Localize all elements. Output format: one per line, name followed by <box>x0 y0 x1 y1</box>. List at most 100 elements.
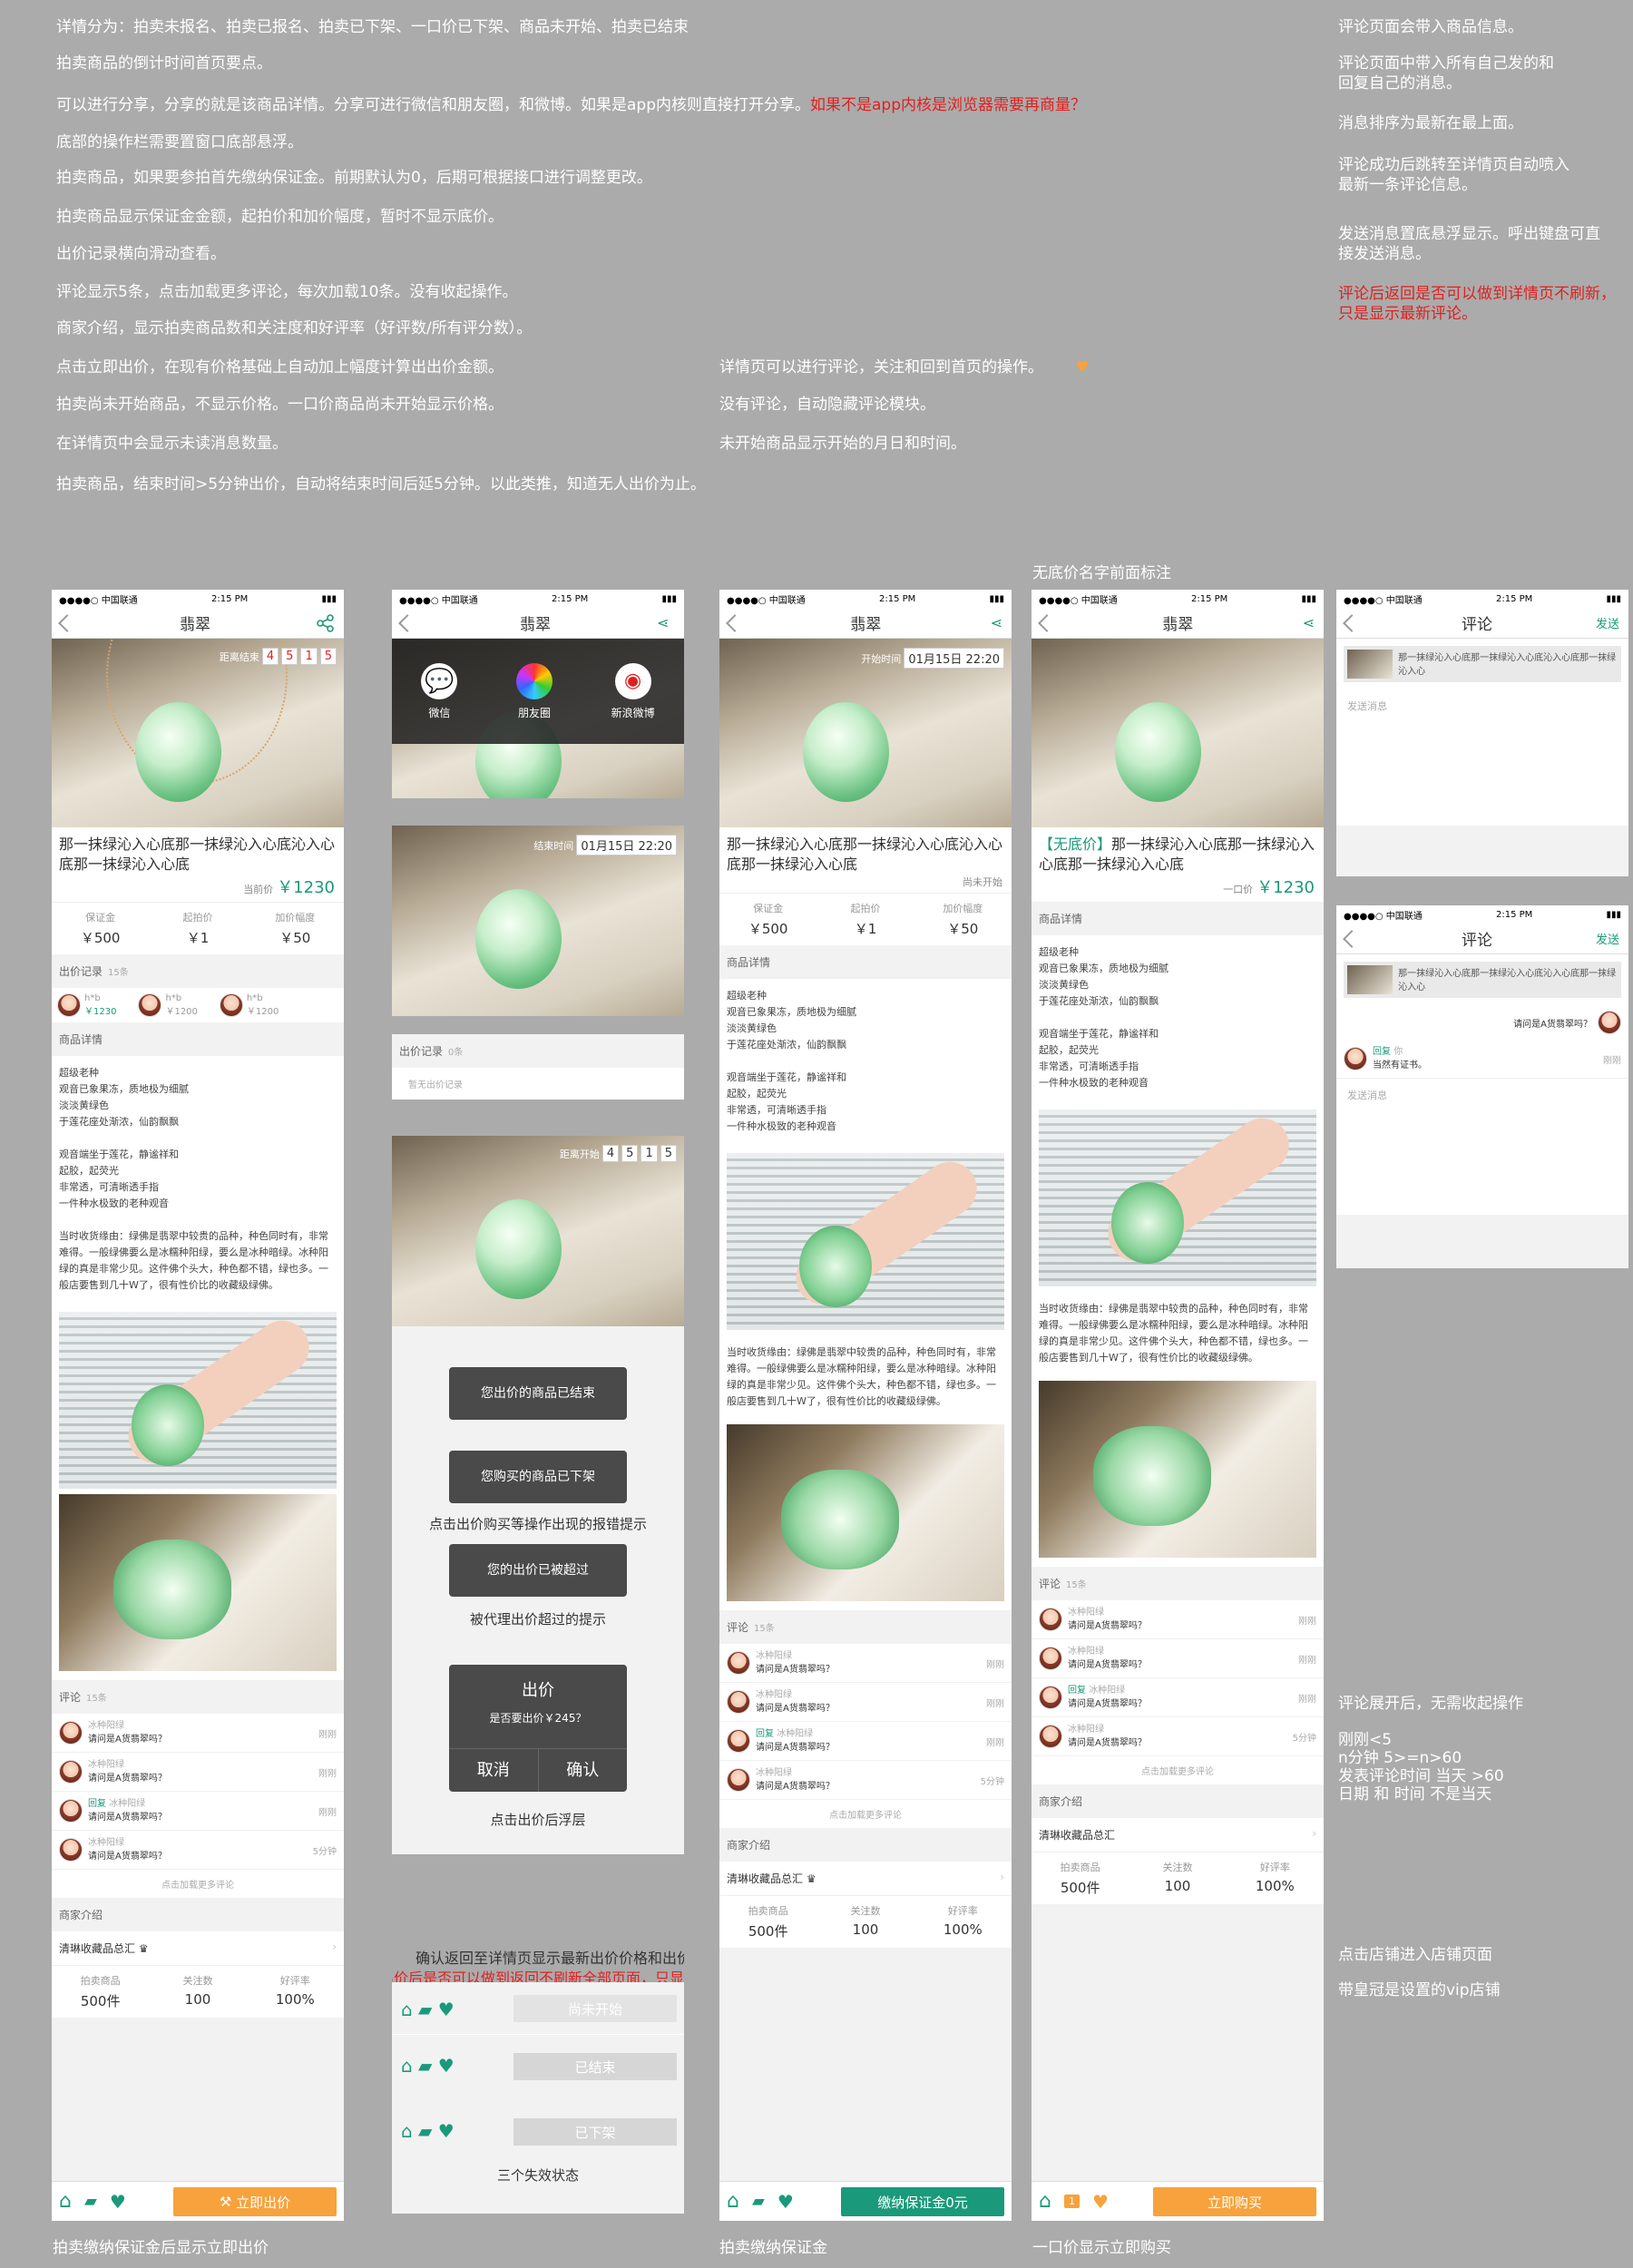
home-icon[interactable]: ⌂ <box>727 2190 739 2213</box>
comment-item[interactable]: 冰种阳绿 请问是A货翡翠吗？ 5分钟 <box>52 1831 344 1870</box>
share-sheet: 💬 微信 朋友圈 ◉ 新浪微博 <box>392 639 684 744</box>
load-more-comments[interactable]: 点击加载更多评论 <box>1032 1756 1324 1784</box>
offshelf-button: 已下架 <box>513 2118 677 2146</box>
caption-exceeded: 被代理出价超过的提示 <box>469 1611 606 1628</box>
bid-now-button[interactable]: ⚒ 立即出价 <box>173 2187 337 2216</box>
product-image[interactable]: 开始时间 01月15日 22:20 <box>719 639 1012 827</box>
note-line-11: 拍卖尚未开始商品，不显示价格。一口价商品尚未开始显示价格。 <box>56 396 504 414</box>
confirm-bid-dialog: 出价 是否要出价￥245？ 取消 确认 <box>449 1665 627 1792</box>
state-ended: ⌂ ▰ ♥ 已结束 <box>392 2035 684 2100</box>
note-r-4: 消息排序为最新在最上面。 <box>1338 114 1523 132</box>
comment-item[interactable]: 冰种阳绿 请问是A货翡翠吗？ 刚刚 <box>1032 1639 1324 1678</box>
note-line-10: 点击立即出价，在现有价格基础上自动加上幅度计算出出价金额。 <box>56 358 504 376</box>
back-icon[interactable] <box>726 613 744 632</box>
comment-icon[interactable]: ▰ <box>752 2192 765 2211</box>
caption-3: 拍卖缴纳保证金 <box>719 2239 827 2257</box>
weibo-icon: ◉ <box>614 662 651 699</box>
share-icon: ⋖ <box>657 613 670 631</box>
home-icon: ⌂ ▰ ♥ <box>401 2120 455 2142</box>
comment-item[interactable]: 回复 冰种阳绿 请问是A货翡翠吗？ 刚刚 <box>719 1722 1012 1761</box>
note-r-6: 最新一条评论信息。 <box>1338 176 1477 194</box>
product-image-ended: 结束时间 01月15日 22:20 <box>392 826 684 1016</box>
price-row: 当前价 ￥1230 <box>243 878 335 897</box>
note-mid-2: 没有评论，自动隐藏评论模块。 <box>719 396 935 414</box>
toast-exceeded: 您的出价已被超过 <box>449 1544 627 1597</box>
load-more-comments[interactable]: 点击加载更多评论 <box>52 1870 344 1898</box>
comment-item[interactable]: 冰种阳绿 请问是A货翡翠吗？ 刚刚 <box>719 1644 1012 1683</box>
note-line-2: 拍卖商品的倒计时间首页要点。 <box>56 54 272 73</box>
comment-item[interactable]: 冰种阳绿 请问是A货翡翠吗？ 5分钟 <box>719 1761 1012 1800</box>
shop-header: 商家介绍 <box>52 1898 344 1931</box>
comment-item[interactable]: 冰种阳绿 请问是A货翡翠吗？ 刚刚 <box>52 1714 344 1753</box>
wechat-icon: 💬 <box>421 662 458 699</box>
avatar <box>219 993 243 1017</box>
share-icon[interactable]: ⋖ <box>1303 614 1315 631</box>
status-bar: ●●●●○ 中国联通 2:15 PM ▮▮▮ <box>52 590 344 608</box>
label-no-reserve: 无底价名字前面标注 <box>1032 564 1171 582</box>
avatar <box>138 993 162 1017</box>
home-icon: ⌂ ▰ ♥ <box>401 2055 455 2077</box>
back-icon[interactable] <box>58 613 76 632</box>
shop-link[interactable]: 清琳收藏品总汇 ♛ › <box>52 1931 344 1966</box>
no-reserve-tag: 【无底价】 <box>1039 836 1112 853</box>
home-icon[interactable]: ⌂ <box>1039 2190 1051 2213</box>
product-image[interactable]: 距离结束 4 5 1 5 <box>52 639 344 827</box>
comment-item[interactable]: 冰种阳绿 请问是A货翡翠吗？ 刚刚 <box>1032 1600 1324 1639</box>
note-r-2: 评论页面中带入所有自己发的和 <box>1338 54 1554 73</box>
buy-now-button[interactable]: 立即购买 <box>1153 2187 1316 2216</box>
product-photo-box <box>59 1494 337 1671</box>
nav-bar: 翡翠 <box>52 608 344 639</box>
product-photo-hand <box>727 1153 1004 1330</box>
note-line-6: 拍卖商品显示保证金金额，起拍价和加价幅度，暂时不显示底价。 <box>56 208 504 226</box>
send-button[interactable]: 发送 <box>1596 930 1619 947</box>
comment-item[interactable]: 冰种阳绿 请问是A货翡翠吗？ 5分钟 <box>1032 1717 1324 1756</box>
back-icon[interactable] <box>1343 613 1361 632</box>
heart-icon[interactable]: ♥ <box>1092 2191 1109 2213</box>
comment-item[interactable]: 回复 冰种阳绿 请问是A货翡翠吗？ 刚刚 <box>52 1792 344 1831</box>
product-description: 超级老种 观音已象果冻，质地极为细腻 淡淡黄绿色 于莲花座处渐浓，仙韵飘飘 观音端坐于… <box>52 1056 344 1303</box>
toast-offshelf: 您购买的商品已下架 <box>449 1451 627 1503</box>
note-r-bot-2: 带皇冠是设置的vip店铺 <box>1338 1981 1501 1999</box>
home-icon[interactable]: ⌂ <box>59 2190 72 2213</box>
back-icon[interactable] <box>1343 929 1361 948</box>
share-moments[interactable]: 朋友圈 <box>515 662 552 720</box>
message-input[interactable]: 发送消息 <box>1336 689 1628 826</box>
home-icon: ⌂ ▰ ♥ <box>401 1999 455 2020</box>
back-icon[interactable] <box>398 613 416 632</box>
bid-records-list[interactable]: h*b ￥1230 h*b ￥1200 h*b ￥1200 <box>52 988 344 1022</box>
confirm-button[interactable]: 确认 <box>539 1749 628 1792</box>
comment-item[interactable]: 回复 冰种阳绿 请问是A货翡翠吗？ 刚刚 <box>1032 1678 1324 1717</box>
shop-link[interactable]: 清琳收藏品总汇 › <box>1032 1818 1324 1853</box>
heart-icon[interactable]: ♥ <box>110 2191 126 2213</box>
shop-link[interactable]: 清琳收藏品总汇 ♛ › <box>719 1862 1012 1896</box>
share-wechat[interactable]: 💬 微信 <box>421 662 458 720</box>
product-image[interactable] <box>1032 639 1324 827</box>
phone-comment-thread: ●●●●○ 中国联通 2:15 PM ▮▮▮ 评论 发送 那一抹绿沁入心底那一抹绿沁入… <box>1336 905 1628 1268</box>
send-button[interactable]: 发送 <box>1596 614 1619 631</box>
note-return: 确认返回至详情页显示最新出价价格和出价记录 <box>415 1950 684 1967</box>
note-line-9: 商家介绍，显示拍卖商品数和关注度和好评率（好评数/所有评分数）。 <box>56 319 533 337</box>
share-icon[interactable]: ⋖ <box>991 614 1002 631</box>
comment-item[interactable]: 冰种阳绿 请问是A货翡翠吗？ 刚刚 <box>719 1683 1012 1722</box>
hammer-icon: ⚒ <box>219 2194 232 2210</box>
share-weibo[interactable]: ◉ 新浪微博 <box>611 662 655 720</box>
toast-ended: 您出价的商品已结束 <box>449 1367 627 1420</box>
auction-params: 保证金 ￥500 起拍价 ￥1 加价幅度 ￥50 <box>52 902 344 954</box>
comment-icon[interactable]: ▰ <box>84 2192 97 2211</box>
load-more-comments[interactable]: 点击加载更多评论 <box>719 1800 1012 1828</box>
pay-deposit-button[interactable]: 缴纳保证金0元 <box>841 2187 1004 2216</box>
note-r-red-2: 只是显示最新评论。 <box>1338 305 1477 323</box>
back-icon[interactable] <box>1038 613 1056 632</box>
caption-4: 一口价显示立即购买 <box>1032 2239 1171 2257</box>
share-icon[interactable] <box>317 613 335 632</box>
my-message: 请问是A货翡翠吗？ <box>1336 1005 1628 1040</box>
message-badge[interactable]: 1 <box>1063 2195 1080 2208</box>
countdown: 距离结束 4 5 1 5 <box>220 648 337 665</box>
comments-header: 评论 15条 <box>52 1680 344 1714</box>
state-offshelf: ⌂ ▰ ♥ 已下架 <box>392 2100 684 2165</box>
comment-item[interactable]: 冰种阳绿 请问是A货翡翠吗？ 刚刚 <box>52 1753 344 1792</box>
message-input[interactable]: 发送消息 <box>1336 1079 1628 1215</box>
note-line-8: 评论显示5条，点击加载更多评论，每次加载10条。没有收起操作。 <box>56 283 518 301</box>
heart-icon[interactable]: ♥ <box>777 2191 794 2213</box>
cancel-button[interactable]: 取消 <box>449 1749 539 1792</box>
